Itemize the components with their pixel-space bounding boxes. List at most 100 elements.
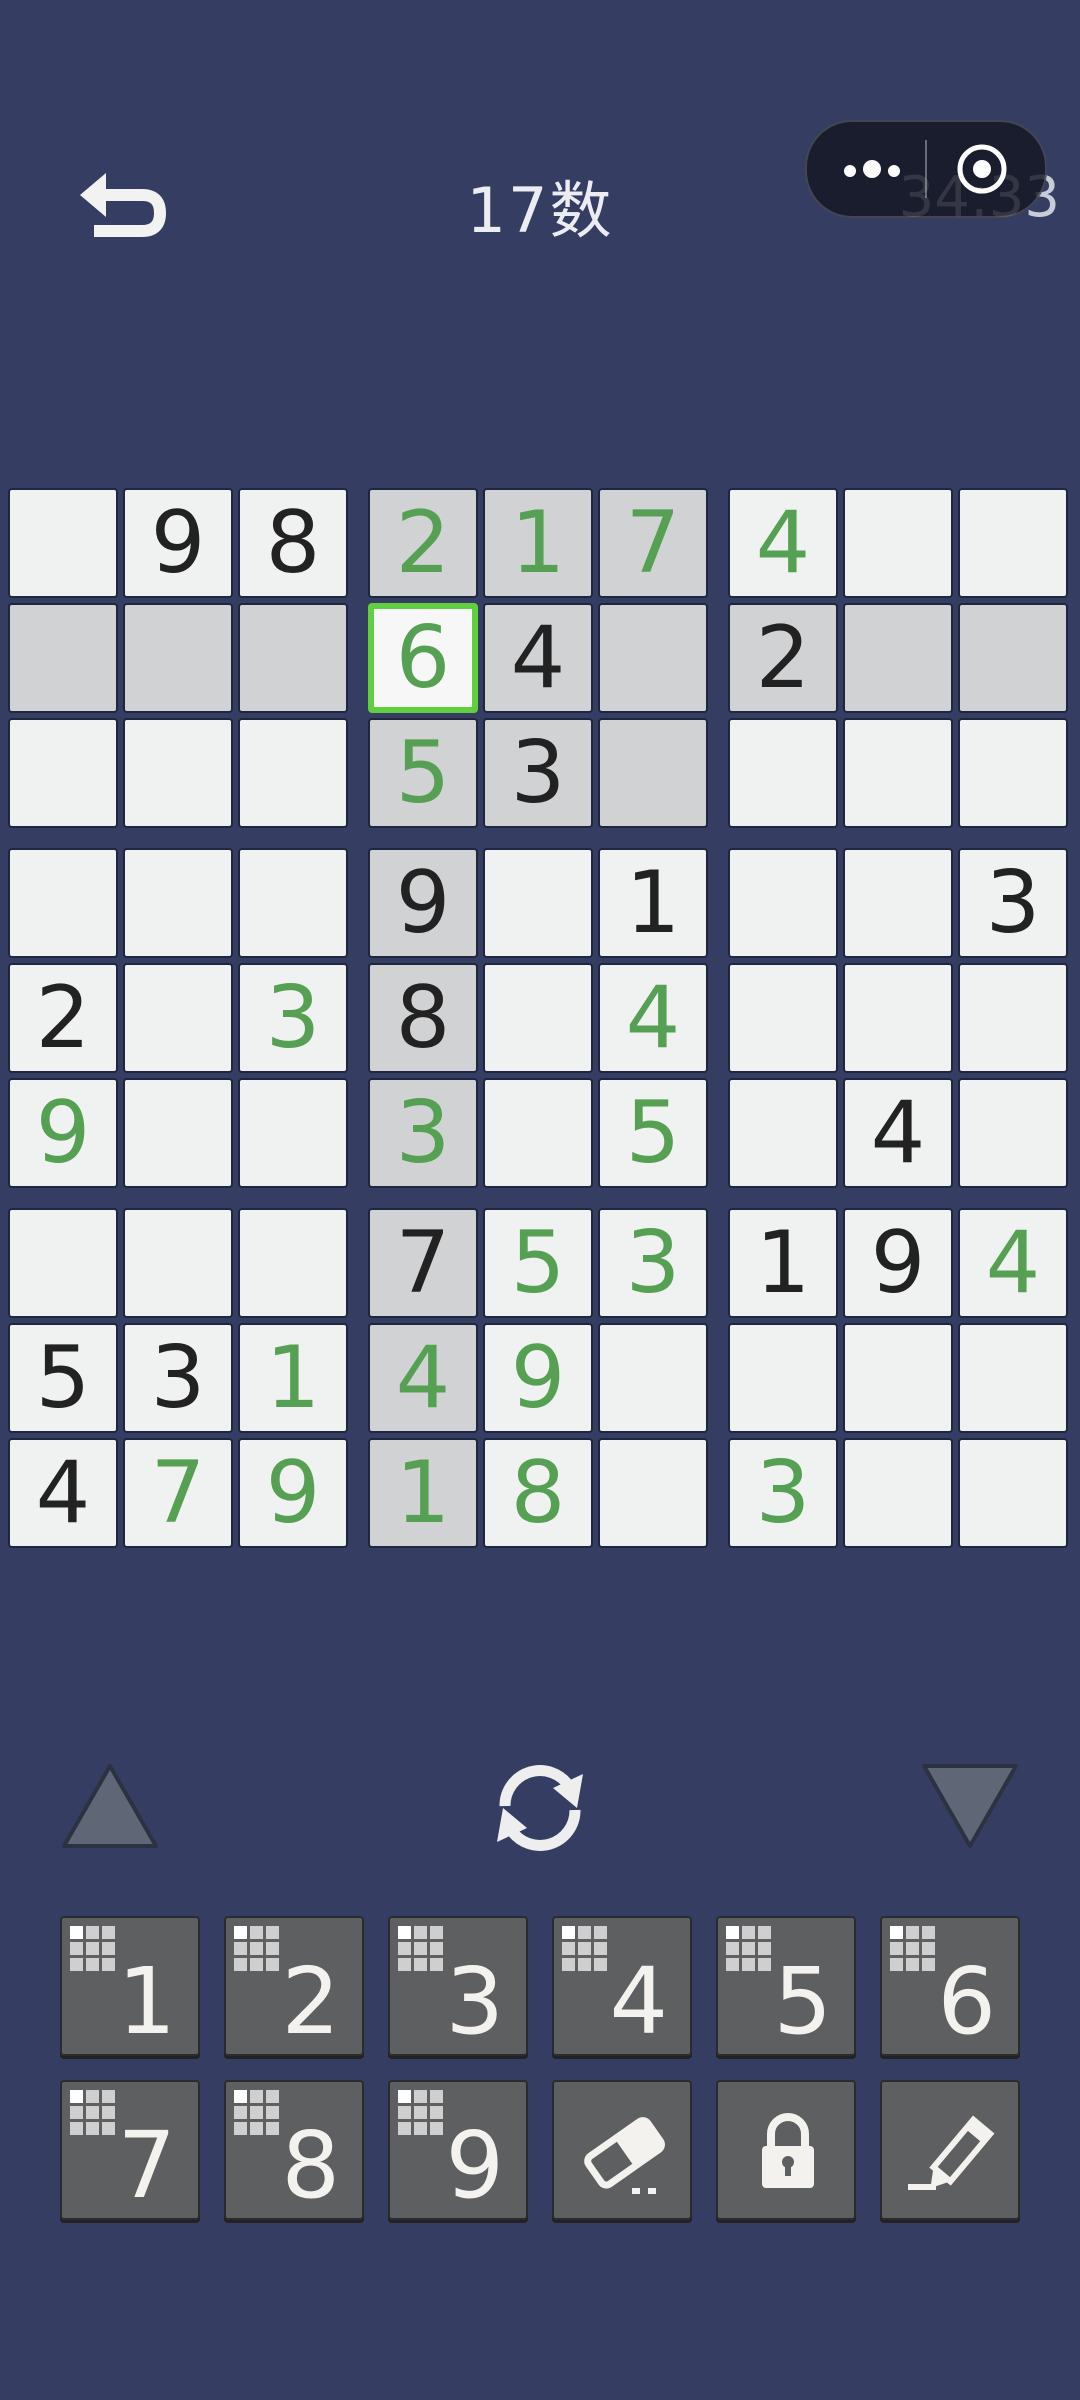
sudoku-cell-r9c4[interactable]: 1 [368, 1438, 478, 1548]
sudoku-cell-r8c8[interactable] [843, 1323, 953, 1433]
sudoku-cell-r3c7[interactable] [728, 718, 838, 828]
number-key-4[interactable]: 4 [552, 1916, 692, 2056]
sudoku-cell-r9c6[interactable] [598, 1438, 708, 1548]
sudoku-cell-r2c2[interactable] [123, 603, 233, 713]
sudoku-cell-r2c8[interactable] [843, 603, 953, 713]
sudoku-cell-r5c2[interactable] [123, 963, 233, 1073]
sudoku-cell-r4c7[interactable] [728, 848, 838, 958]
number-key-3[interactable]: 3 [388, 1916, 528, 2056]
sudoku-cell-r4c5[interactable] [483, 848, 593, 958]
sudoku-cell-r7c6[interactable]: 3 [598, 1208, 708, 1318]
sudoku-cell-r1c6[interactable]: 7 [598, 488, 708, 598]
number-key-6[interactable]: 6 [880, 1916, 1020, 2056]
lock-button[interactable] [716, 2080, 856, 2220]
number-key-label: 6 [937, 1948, 996, 2055]
sudoku-cell-r9c5[interactable]: 8 [483, 1438, 593, 1548]
sudoku-cell-r8c4[interactable]: 4 [368, 1323, 478, 1433]
sudoku-cell-r1c1[interactable] [8, 488, 118, 598]
triangle-up-icon [62, 1764, 158, 1848]
sudoku-cell-r4c2[interactable] [123, 848, 233, 958]
number-key-7[interactable]: 7 [60, 2080, 200, 2220]
sudoku-cell-r6c2[interactable] [123, 1078, 233, 1188]
sudoku-cell-r6c6[interactable]: 5 [598, 1078, 708, 1188]
sudoku-cell-r4c1[interactable] [8, 848, 118, 958]
digit-count-grid-icon [70, 1926, 118, 1974]
sudoku-cell-r7c4[interactable]: 7 [368, 1208, 478, 1318]
sudoku-cell-r7c2[interactable] [123, 1208, 233, 1318]
sudoku-cell-r6c3[interactable] [238, 1078, 348, 1188]
sudoku-cell-r7c3[interactable] [238, 1208, 348, 1318]
sudoku-cell-r8c7[interactable] [728, 1323, 838, 1433]
sudoku-cell-r2c1[interactable] [8, 603, 118, 713]
sudoku-cell-r9c1[interactable]: 4 [8, 1438, 118, 1548]
sudoku-cell-r5c7[interactable] [728, 963, 838, 1073]
number-key-9[interactable]: 9 [388, 2080, 528, 2220]
move-up-button[interactable] [60, 1760, 160, 1852]
sudoku-cell-r7c1[interactable] [8, 1208, 118, 1318]
sudoku-cell-r9c2[interactable]: 7 [123, 1438, 233, 1548]
number-key-2[interactable]: 2 [224, 1916, 364, 2056]
sudoku-cell-r4c9[interactable]: 3 [958, 848, 1068, 958]
sudoku-cell-r8c2[interactable]: 3 [123, 1323, 233, 1433]
number-key-8[interactable]: 8 [224, 2080, 364, 2220]
sudoku-cell-r3c6[interactable] [598, 718, 708, 828]
sudoku-cell-r5c6[interactable]: 4 [598, 963, 708, 1073]
sudoku-cell-r3c8[interactable] [843, 718, 953, 828]
sudoku-cell-r4c8[interactable] [843, 848, 953, 958]
sudoku-cell-r5c4[interactable]: 8 [368, 963, 478, 1073]
sudoku-cell-r2c5[interactable]: 4 [483, 603, 593, 713]
sudoku-cell-r1c9[interactable] [958, 488, 1068, 598]
sudoku-cell-r5c9[interactable] [958, 963, 1068, 1073]
sudoku-cell-r4c4[interactable]: 9 [368, 848, 478, 958]
sudoku-cell-r3c1[interactable] [8, 718, 118, 828]
sudoku-cell-r8c5[interactable]: 9 [483, 1323, 593, 1433]
sudoku-cell-r3c4[interactable]: 5 [368, 718, 478, 828]
sudoku-cell-r7c9[interactable]: 4 [958, 1208, 1068, 1318]
sudoku-cell-r1c3[interactable]: 8 [238, 488, 348, 598]
erase-button[interactable] [552, 2080, 692, 2220]
sudoku-cell-r8c3[interactable]: 1 [238, 1323, 348, 1433]
sudoku-cell-r4c6[interactable]: 1 [598, 848, 708, 958]
sudoku-cell-r6c9[interactable] [958, 1078, 1068, 1188]
sudoku-cell-r7c7[interactable]: 1 [728, 1208, 838, 1318]
sudoku-cell-r2c9[interactable] [958, 603, 1068, 713]
number-key-1[interactable]: 1 [60, 1916, 200, 2056]
move-down-button[interactable] [920, 1760, 1020, 1852]
sudoku-cell-r8c1[interactable]: 5 [8, 1323, 118, 1433]
sudoku-cell-r1c8[interactable] [843, 488, 953, 598]
sudoku-cell-r3c9[interactable] [958, 718, 1068, 828]
pencil-notes-button[interactable] [880, 2080, 1020, 2220]
sudoku-cell-r9c9[interactable] [958, 1438, 1068, 1548]
sudoku-cell-r3c5[interactable]: 3 [483, 718, 593, 828]
sudoku-cell-r3c2[interactable] [123, 718, 233, 828]
sudoku-cell-r2c4[interactable]: 6 [368, 603, 478, 713]
sudoku-cell-r8c6[interactable] [598, 1323, 708, 1433]
sudoku-cell-r9c8[interactable] [843, 1438, 953, 1548]
digit-count-grid-icon [726, 1926, 774, 1974]
sudoku-cell-r1c5[interactable]: 1 [483, 488, 593, 598]
sudoku-cell-r7c5[interactable]: 5 [483, 1208, 593, 1318]
sudoku-cell-r9c3[interactable]: 9 [238, 1438, 348, 1548]
sudoku-cell-r5c3[interactable]: 3 [238, 963, 348, 1073]
sudoku-cell-r6c8[interactable]: 4 [843, 1078, 953, 1188]
sudoku-cell-r5c1[interactable]: 2 [8, 963, 118, 1073]
sudoku-cell-r1c2[interactable]: 9 [123, 488, 233, 598]
sudoku-cell-r6c4[interactable]: 3 [368, 1078, 478, 1188]
sudoku-cell-r7c8[interactable]: 9 [843, 1208, 953, 1318]
sudoku-cell-r2c6[interactable] [598, 603, 708, 713]
sudoku-cell-r3c3[interactable] [238, 718, 348, 828]
sudoku-cell-r6c1[interactable]: 9 [8, 1078, 118, 1188]
sudoku-cell-r9c7[interactable]: 3 [728, 1438, 838, 1548]
sudoku-cell-r4c3[interactable] [238, 848, 348, 958]
sudoku-cell-r1c4[interactable]: 2 [368, 488, 478, 598]
sudoku-cell-r2c7[interactable]: 2 [728, 603, 838, 713]
number-key-5[interactable]: 5 [716, 1916, 856, 2056]
sudoku-cell-r5c5[interactable] [483, 963, 593, 1073]
sudoku-cell-r8c9[interactable] [958, 1323, 1068, 1433]
sudoku-cell-r6c5[interactable] [483, 1078, 593, 1188]
sudoku-cell-r5c8[interactable] [843, 963, 953, 1073]
sudoku-cell-r2c3[interactable] [238, 603, 348, 713]
sudoku-cell-r1c7[interactable]: 4 [728, 488, 838, 598]
sudoku-cell-r6c7[interactable] [728, 1078, 838, 1188]
refresh-button[interactable] [485, 1758, 595, 1858]
